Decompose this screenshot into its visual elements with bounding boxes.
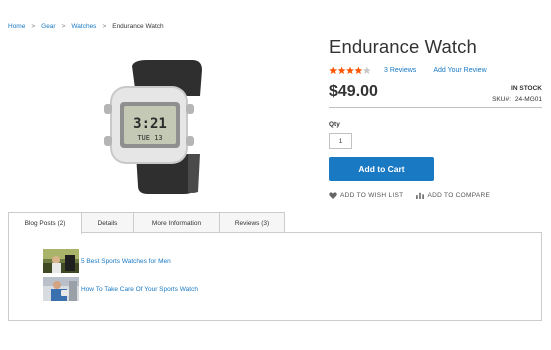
post-link[interactable]: How To Take Care Of Your Sports Watch — [81, 286, 198, 293]
post-thumbnail[interactable] — [43, 249, 79, 273]
stock-status: In stock — [511, 85, 542, 92]
post-thumbnail-image — [43, 249, 79, 273]
post-thumbnail[interactable] — [43, 277, 79, 301]
list-item: How To Take Care Of Your Sports Watch — [43, 277, 198, 301]
product-image[interactable]: 3:21 TUE 13 — [92, 58, 222, 198]
product-social-links: Add to Wish List Add to Compare — [329, 192, 490, 199]
add-review-link[interactable]: Add Your Review — [433, 67, 486, 74]
breadcrumb-separator: > — [102, 23, 107, 30]
breadcrumb: Home > Gear > Watches > Endurance Watch — [8, 23, 164, 30]
add-to-compare-link[interactable]: Add to Compare — [416, 192, 490, 199]
sku-value: 24-MG01 — [514, 96, 542, 103]
breadcrumb-watches[interactable]: Watches — [71, 23, 96, 30]
qty-input[interactable] — [329, 133, 352, 149]
product-sku: SKU#: 24-MG01 — [492, 96, 542, 103]
watch-screen-date: TUE 13 — [137, 134, 162, 142]
post-link[interactable]: 5 Best Sports Watches for Men — [81, 258, 171, 265]
info-divider — [329, 107, 542, 108]
breadcrumb-gear[interactable]: Gear — [41, 23, 55, 30]
bar-chart-icon — [416, 192, 425, 199]
blog-posts-panel: 5 Best Sports Watches for Men How To Tak… — [8, 232, 542, 321]
add-to-cart-button[interactable]: Add to Cart — [329, 157, 434, 181]
tab-blog-posts[interactable]: Blog Posts (2) — [8, 212, 82, 234]
breadcrumb-separator: > — [61, 23, 66, 30]
rating-summary: 3 Reviews Add Your Review — [329, 66, 487, 75]
heart-icon — [329, 192, 337, 199]
compare-label: Add to Compare — [427, 192, 491, 199]
reviews-label: Reviews — [389, 67, 417, 74]
reviews-link[interactable]: 3 Reviews — [384, 67, 416, 74]
tab-more-information[interactable]: More Information — [133, 212, 220, 233]
reviews-count: 3 — [384, 67, 388, 74]
star-rating-icon — [329, 66, 371, 74]
watch-image: 3:21 TUE 13 — [104, 60, 202, 194]
product-price: $49.00 — [329, 83, 378, 100]
list-item: 5 Best Sports Watches for Men — [43, 249, 171, 273]
breadcrumb-home[interactable]: Home — [8, 23, 25, 30]
sku-label: SKU#: — [492, 96, 511, 103]
tab-reviews[interactable]: Reviews (3) — [219, 212, 285, 233]
post-thumbnail-image — [43, 277, 79, 301]
breadcrumb-current: Endurance Watch — [112, 23, 164, 30]
product-tabs: Blog Posts (2) Details More Information … — [8, 212, 285, 234]
add-to-wishlist-link[interactable]: Add to Wish List — [329, 192, 403, 199]
breadcrumb-separator: > — [31, 23, 36, 30]
qty-label: Qty — [329, 121, 340, 128]
wishlist-label: Add to Wish List — [340, 192, 404, 199]
watch-screen-time: 3:21 — [133, 116, 167, 132]
rating-stars — [329, 66, 371, 75]
product-title: Endurance Watch — [329, 36, 477, 57]
tab-details[interactable]: Details — [81, 212, 134, 233]
